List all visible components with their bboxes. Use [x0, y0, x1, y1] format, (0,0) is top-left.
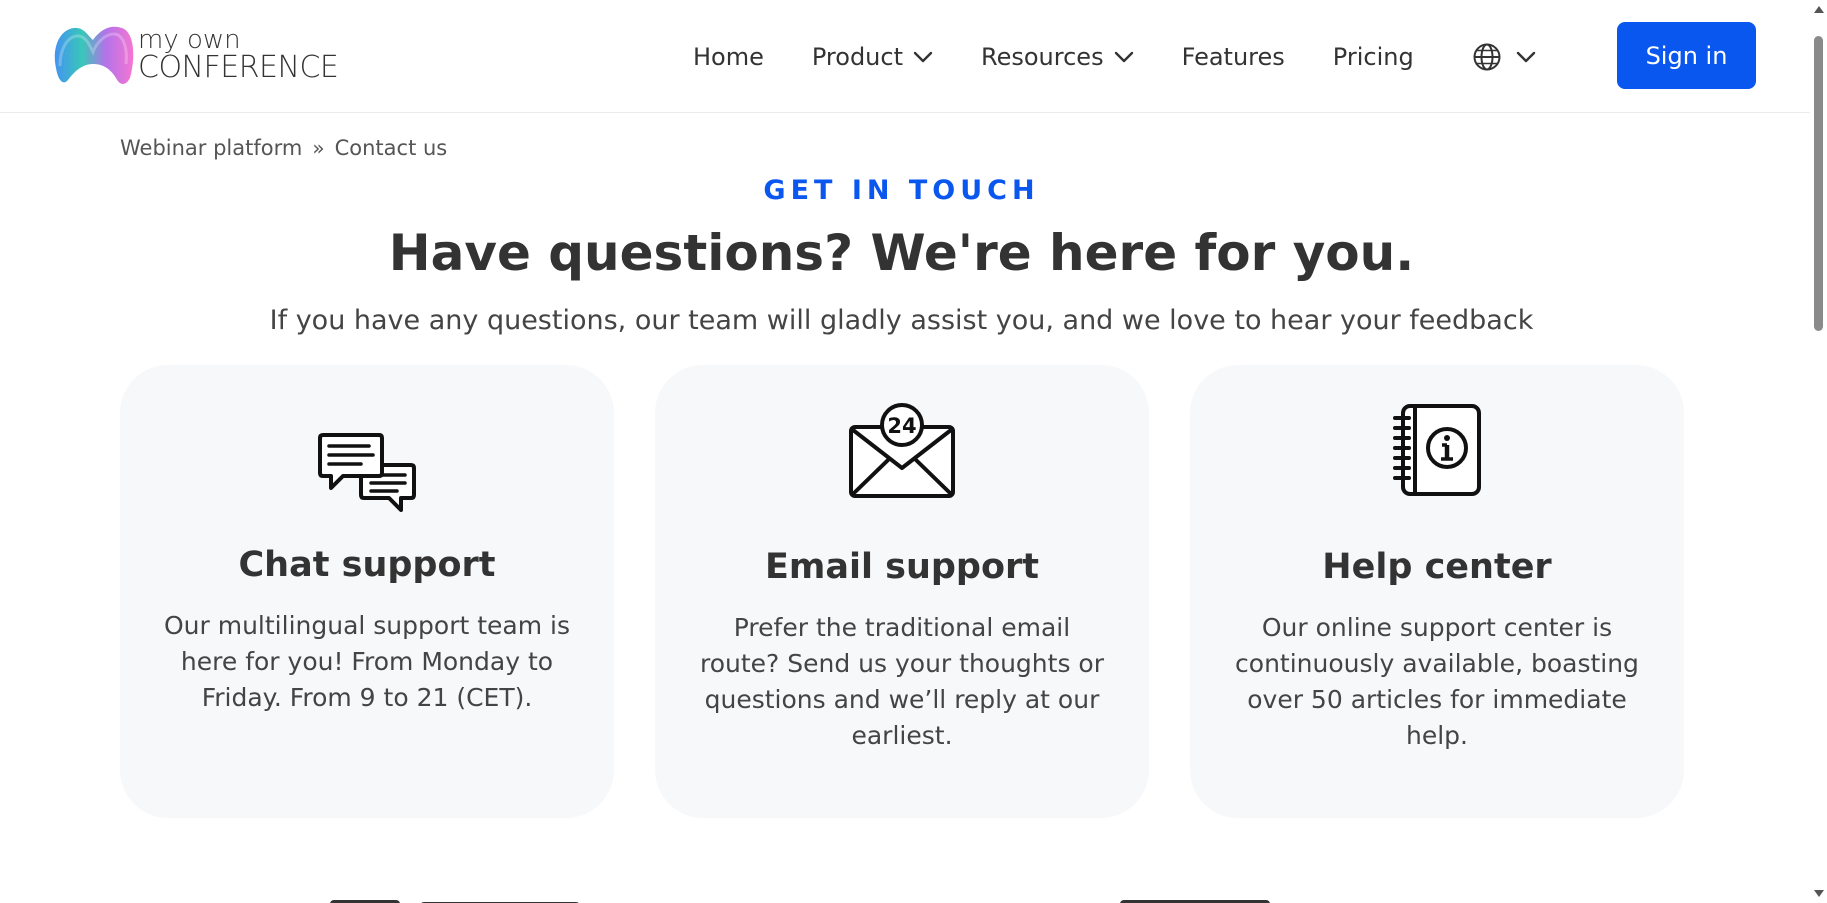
- card-icon-wrap: 24: [655, 402, 1149, 500]
- chat-bubbles-icon: [318, 433, 416, 512]
- chevron-down-icon: [913, 51, 933, 62]
- nav-features[interactable]: Features: [1182, 43, 1285, 71]
- nav-product[interactable]: Product: [812, 43, 933, 71]
- site-header: my own CONFERENCE Home Product Resources…: [0, 0, 1810, 113]
- logo[interactable]: my own CONFERENCE: [50, 20, 339, 90]
- scroll-down-arrow-icon[interactable]: [1814, 890, 1824, 897]
- chevron-down-icon: [1516, 51, 1535, 62]
- card-email-support: 24 Email support Prefer the traditional …: [655, 365, 1149, 818]
- card-icon-wrap: [1190, 402, 1684, 498]
- nav-pricing-label: Pricing: [1332, 42, 1414, 71]
- card-text: Our multilingual support team is here fo…: [163, 611, 570, 712]
- next-section-peek: [330, 890, 1430, 903]
- vertical-scrollbar[interactable]: [1810, 0, 1827, 903]
- card-help-center: Help center Our online support center is…: [1190, 365, 1684, 818]
- nav-product-label: Product: [811, 42, 903, 71]
- card-title: Help center: [1322, 547, 1552, 587]
- language-selector[interactable]: [1472, 42, 1536, 72]
- logo-wordmark: my own CONFERENCE: [138, 27, 339, 85]
- page-title: Have questions? We're here for you.: [388, 224, 1415, 282]
- page-subtitle: If you have any questions, our team will…: [269, 305, 1534, 336]
- breadcrumb-link-webinar-platform[interactable]: Webinar platform: [120, 136, 302, 160]
- email-24-icon: 24: [849, 403, 955, 498]
- breadcrumb: Webinar platform » Contact us: [120, 136, 447, 160]
- scroll-thumb[interactable]: [1814, 36, 1823, 331]
- scroll-up-arrow-icon[interactable]: [1814, 6, 1824, 13]
- nav-home-label: Home: [693, 42, 764, 71]
- card-chat-support: Chat support Our multilingual support te…: [120, 365, 614, 818]
- sign-in-button[interactable]: Sign in: [1617, 22, 1756, 89]
- nav-home[interactable]: Home: [693, 43, 764, 71]
- nav-resources-label: Resources: [981, 42, 1104, 71]
- chevron-down-icon: [1114, 51, 1133, 62]
- logo-line2: CONFERENCE: [138, 50, 339, 85]
- breadcrumb-current: Contact us: [334, 136, 448, 160]
- cropped-heading-fragment: [330, 900, 1270, 903]
- nav-resources[interactable]: Resources: [981, 43, 1134, 71]
- email-icon-24-label: 24: [887, 414, 916, 438]
- info-notebook-icon: [1393, 404, 1481, 496]
- card-title: Chat support: [238, 545, 496, 585]
- main-nav: Home Product Resources Features Pricing: [693, 0, 1536, 113]
- nav-pricing[interactable]: Pricing: [1333, 43, 1414, 71]
- card-text: Prefer the traditional email route? Send…: [699, 613, 1104, 750]
- globe-icon: [1473, 43, 1501, 70]
- eyebrow-label: GET IN TOUCH: [763, 175, 1040, 206]
- nav-features-label: Features: [1181, 42, 1285, 71]
- page: my own CONFERENCE Home Product Resources…: [0, 0, 1827, 903]
- card-text: Our online support center is continuousl…: [1235, 613, 1639, 750]
- logo-mark-icon: [54, 26, 134, 84]
- breadcrumb-separator-icon: »: [312, 136, 325, 160]
- card-title: Email support: [764, 547, 1040, 587]
- card-icon-wrap: [120, 431, 614, 515]
